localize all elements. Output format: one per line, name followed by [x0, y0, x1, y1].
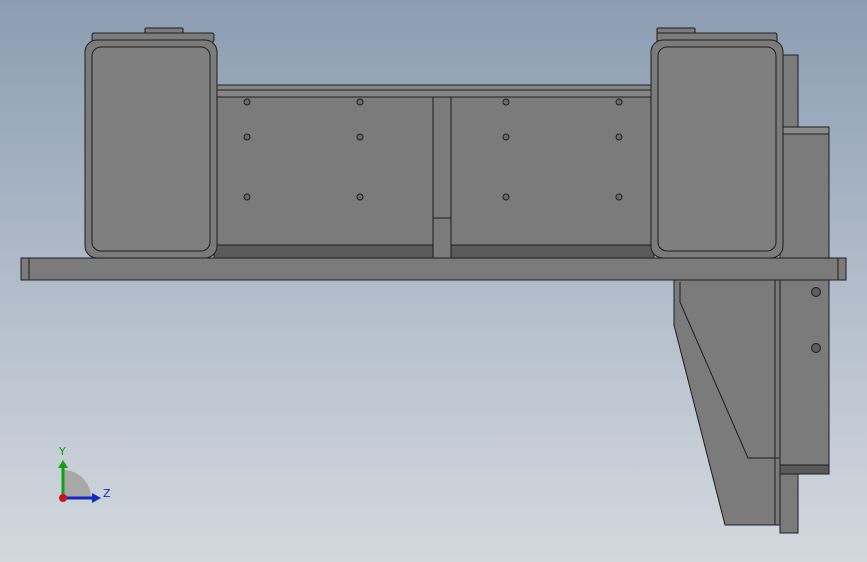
channel-hole	[243, 133, 251, 141]
channel-hole	[502, 98, 510, 106]
triad-y-label: Y	[58, 445, 66, 458]
channel-right-panel	[450, 96, 655, 246]
channel-hole	[615, 133, 623, 141]
left-tank	[84, 27, 218, 259]
bracket-foot	[779, 473, 799, 534]
channel-top-rail	[213, 84, 655, 98]
right-tank-inner	[657, 46, 777, 252]
channel-divider-rib	[432, 96, 452, 259]
tapered-support-bracket	[673, 279, 781, 526]
channel-left-bottom-lip	[213, 244, 434, 259]
cad-viewport[interactable]: Y Z	[0, 0, 867, 562]
mount-hole	[811, 343, 821, 353]
channel-hole	[356, 133, 364, 141]
channel-hole	[502, 133, 510, 141]
triad-plane-quadrant	[63, 470, 91, 498]
cad-model[interactable]	[20, 27, 847, 534]
channel-hole	[356, 98, 364, 106]
channel-hole	[356, 193, 364, 201]
left-tank-inner	[91, 46, 211, 252]
channel-hole	[615, 98, 623, 106]
right-side-box-top-lip	[779, 126, 830, 135]
orientation-triad[interactable]: Y Z	[58, 445, 111, 503]
triad-y-arrowhead	[58, 460, 68, 468]
right-side-box-bottom-lip	[779, 464, 830, 475]
channel-hole	[615, 193, 623, 201]
channel-left-panel	[213, 96, 434, 246]
triad-z-arrowhead	[92, 493, 101, 503]
mount-hole	[811, 287, 821, 297]
right-tank	[650, 27, 784, 259]
triad-x-axis-dot	[59, 494, 67, 502]
channel-hole	[243, 98, 251, 106]
channel-hole	[502, 193, 510, 201]
triad-z-label: Z	[103, 487, 111, 500]
channel-right-bottom-lip	[450, 244, 655, 259]
right-side-box	[779, 126, 830, 475]
channel-hole	[243, 193, 251, 201]
base-plate	[20, 257, 847, 281]
